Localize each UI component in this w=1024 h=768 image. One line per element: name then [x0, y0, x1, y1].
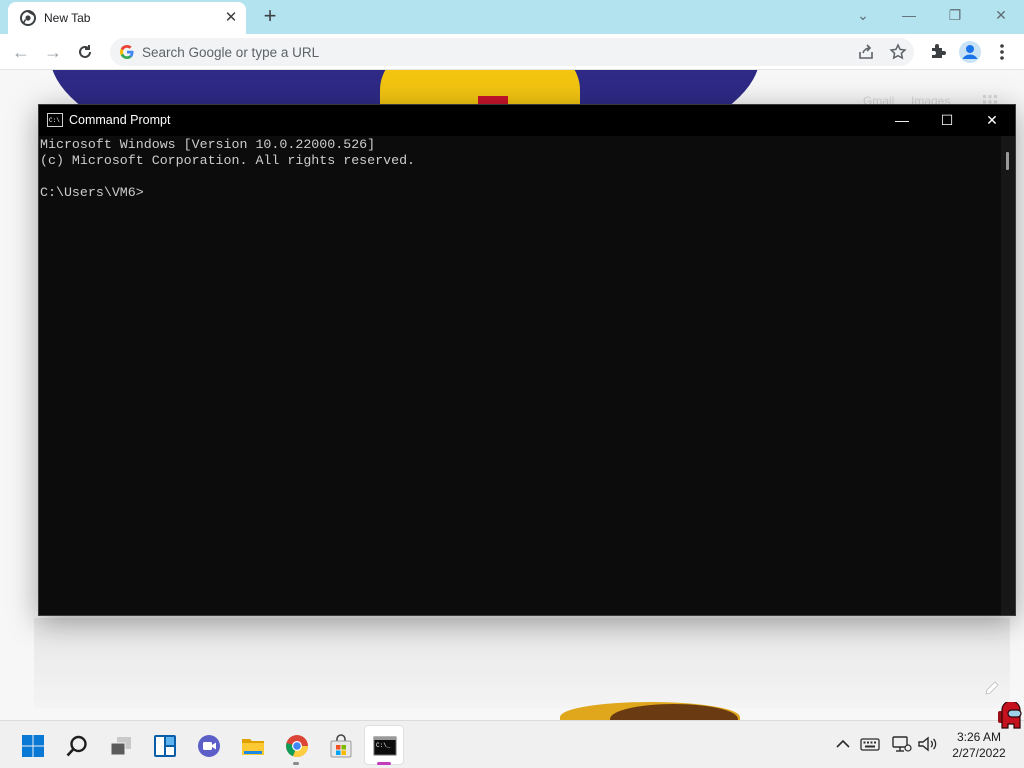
widgets-button[interactable]: [144, 725, 184, 765]
start-button[interactable]: [12, 725, 52, 765]
back-button[interactable]: ←: [8, 39, 34, 65]
new-tab-button[interactable]: +: [258, 5, 282, 29]
minimize-icon[interactable]: —: [896, 4, 922, 26]
profile-icon[interactable]: [958, 40, 982, 64]
cmd-scrollbar[interactable]: [1001, 136, 1015, 615]
chat-icon: [198, 735, 220, 757]
command-prompt-window[interactable]: C:\ Command Prompt — ☐ ✕ Microsoft Windo…: [38, 104, 1016, 616]
search-button[interactable]: [56, 725, 96, 765]
tab-strip: New Tab ✕ + ⌄ — ❐ ✕: [0, 0, 1024, 34]
task-view-icon: [110, 737, 131, 756]
taskbar: C:\_ 3:26 AM 2/27/2022: [0, 720, 1024, 768]
chrome-button[interactable]: [276, 725, 316, 765]
omnibox[interactable]: Search Google or type a URL: [110, 38, 914, 66]
task-view-button[interactable]: [100, 725, 140, 765]
crewmate-icon: [998, 702, 1022, 729]
terminal-icon: C:\_: [373, 736, 397, 756]
store-icon: [330, 734, 352, 758]
cmd-app-icon: C:\: [47, 113, 63, 127]
chrome-icon: [286, 735, 309, 758]
widgets-icon: [154, 735, 176, 757]
chevron-up-icon[interactable]: [832, 733, 854, 755]
folder-icon: [242, 739, 264, 755]
background-shadow: [34, 618, 1010, 708]
cmd-minimize-icon[interactable]: —: [879, 105, 925, 136]
star-icon[interactable]: [888, 42, 908, 62]
cmd-title: Command Prompt: [69, 113, 171, 127]
command-prompt-button[interactable]: C:\_: [364, 725, 404, 765]
file-explorer-button[interactable]: [232, 725, 272, 765]
omnibox-placeholder: Search Google or type a URL: [142, 45, 320, 60]
close-window-icon[interactable]: ✕: [988, 4, 1014, 26]
share-icon[interactable]: [856, 42, 876, 62]
network-icon[interactable]: [890, 733, 912, 755]
forward-button[interactable]: →: [40, 39, 66, 65]
cmd-output[interactable]: Microsoft Windows [Version 10.0.22000.52…: [39, 136, 1001, 615]
chrome-icon: [20, 10, 36, 26]
cmd-maximize-icon[interactable]: ☐: [924, 105, 970, 136]
tab-new-tab[interactable]: New Tab ✕: [8, 2, 246, 34]
menu-icon[interactable]: [990, 40, 1014, 64]
restore-icon[interactable]: ❐: [942, 4, 968, 26]
browser-toolbar: ← → Search Google or type a URL: [0, 34, 1024, 70]
reload-icon[interactable]: [75, 42, 95, 62]
running-indicator: [293, 762, 299, 765]
svg-text:C:\_: C:\_: [376, 742, 391, 749]
cmd-close-icon[interactable]: ✕: [969, 105, 1015, 136]
svg-text:C:\: C:\: [49, 117, 60, 124]
chat-button[interactable]: [188, 725, 228, 765]
cmd-titlebar[interactable]: C:\ Command Prompt — ☐ ✕: [39, 105, 1015, 136]
clock-date: 2/27/2022: [952, 746, 1006, 760]
volume-icon[interactable]: [916, 733, 938, 755]
tab-search-chevron-down-icon[interactable]: ⌄: [850, 4, 876, 26]
search-icon: [66, 735, 87, 757]
system-clock[interactable]: 3:26 AM 2/27/2022: [944, 729, 1014, 761]
extensions-icon[interactable]: [926, 40, 950, 64]
google-icon: [120, 45, 134, 59]
keyboard-icon[interactable]: [859, 733, 881, 755]
windows-icon: [22, 735, 44, 757]
active-indicator: [377, 762, 391, 765]
customize-pencil-icon[interactable]: [984, 680, 1000, 696]
tab-title: New Tab: [44, 11, 91, 25]
cmd-scrollbar-thumb[interactable]: [1006, 152, 1009, 170]
close-tab-icon[interactable]: ✕: [222, 9, 240, 27]
store-button[interactable]: [320, 725, 360, 765]
